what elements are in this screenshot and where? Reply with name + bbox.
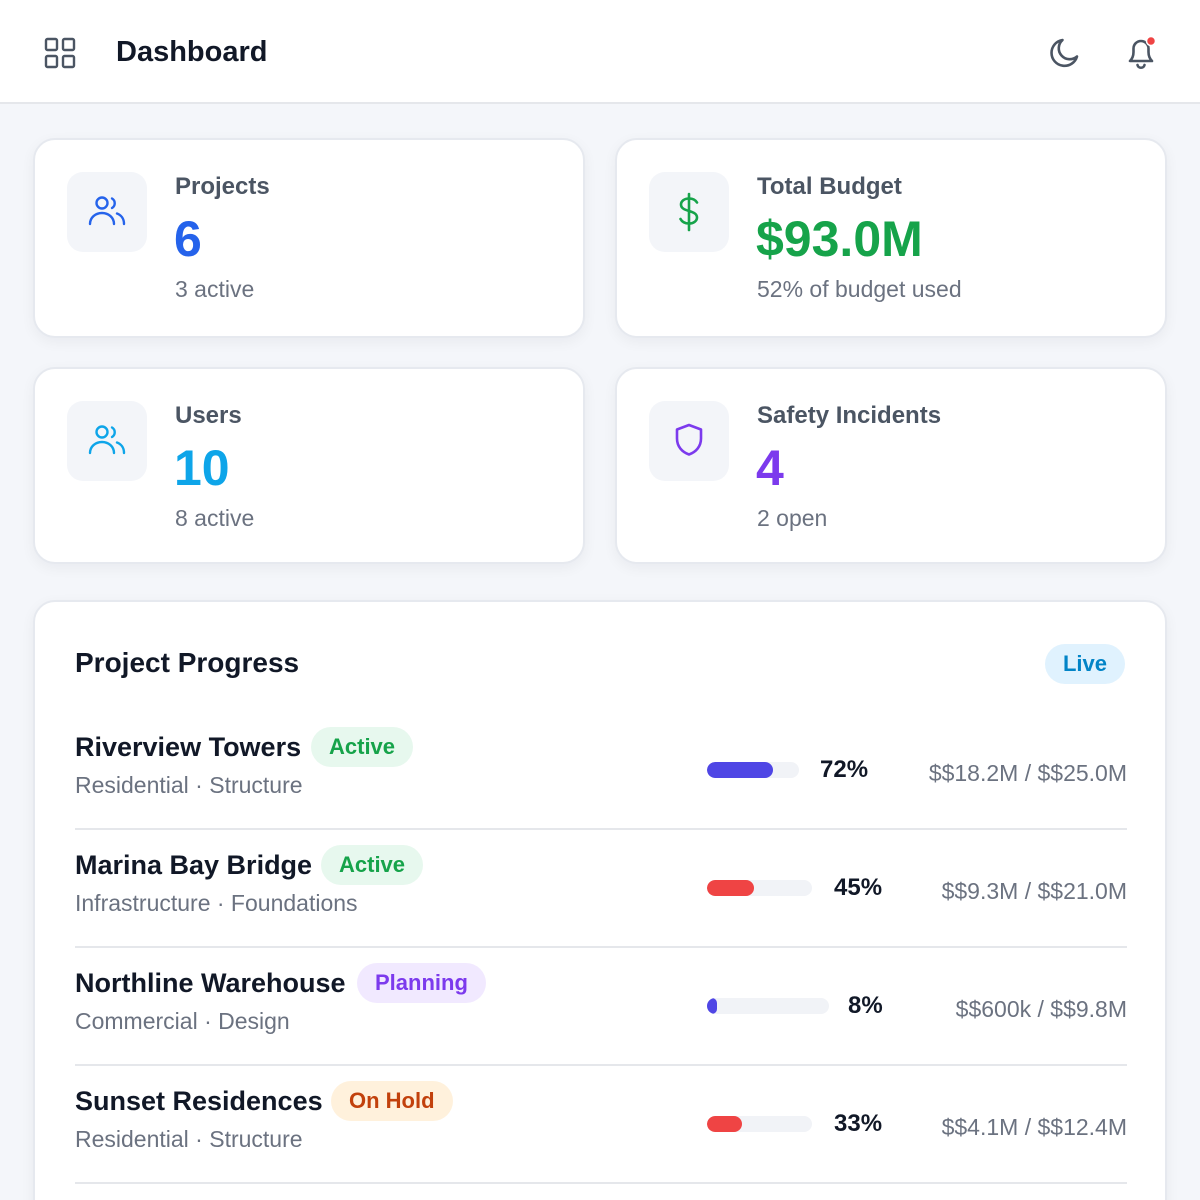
project-meta: Residential · Structure — [75, 772, 303, 798]
page-title: Dashboard — [116, 36, 268, 68]
project-row[interactable]: Riverview Towers Active Residential · St… — [75, 712, 1127, 830]
stat-icon-box — [67, 401, 147, 481]
stat-icon-box — [649, 172, 729, 252]
project-budget: $$4.1M / $$12.4M — [941, 1114, 1127, 1140]
stat-icon-box — [649, 401, 729, 481]
progress-track — [707, 1116, 812, 1132]
progress-track — [707, 880, 812, 896]
grid-icon[interactable] — [44, 37, 76, 69]
stat-label: Projects — [175, 173, 270, 200]
status-badge: On Hold — [331, 1081, 453, 1121]
project-budget: $$600k / $$9.8M — [955, 996, 1127, 1022]
project-name: Marina Bay Bridge — [75, 850, 313, 880]
status-badge: Active — [311, 727, 414, 767]
status-badge: Planning — [357, 963, 486, 1003]
progress-track — [707, 998, 829, 1014]
stat-subtext: 3 active — [175, 276, 255, 302]
progress-fill — [707, 880, 755, 896]
status-badge: Active — [321, 845, 424, 885]
stat-value: $93.0M — [756, 211, 923, 267]
stat-card-safety-incidents[interactable]: Safety Incidents 4 2 open — [615, 367, 1167, 564]
bell-icon[interactable] — [1120, 31, 1162, 73]
dollar-icon — [679, 192, 699, 232]
project-name: Northline Warehouse — [75, 968, 346, 998]
progress-fill — [707, 1116, 742, 1132]
live-badge: Live — [1044, 644, 1125, 684]
stat-value: 4 — [756, 440, 784, 496]
stat-value: 6 — [174, 211, 202, 267]
notification-dot — [1145, 35, 1157, 47]
stat-label: Users — [175, 402, 242, 429]
project-budget: $$18.2M / $$25.0M — [928, 760, 1127, 786]
project-name: Sunset Residences — [75, 1086, 323, 1116]
stat-card-users[interactable]: Users 10 8 active — [33, 367, 585, 564]
progress-track — [707, 762, 799, 778]
progress-percent: 33% — [834, 1110, 883, 1137]
project-meta: Infrastructure · Foundations — [75, 890, 358, 916]
progress-fill — [707, 998, 717, 1014]
stat-card-projects[interactable]: Projects 6 3 active — [33, 138, 585, 338]
progress-percent: 72% — [820, 756, 869, 783]
stat-subtext: 2 open — [757, 505, 828, 531]
project-row[interactable]: Northline Warehouse Planning Commercial … — [75, 948, 1127, 1066]
project-budget: $$9.3M / $$21.0M — [941, 878, 1127, 904]
stat-icon-box — [67, 172, 147, 252]
users-icon — [88, 425, 126, 455]
users-icon — [88, 196, 126, 226]
stat-subtext: 52% of budget used — [757, 276, 962, 302]
progress-percent: 45% — [834, 874, 883, 901]
shield-icon — [675, 423, 703, 456]
project-progress-card: Project Progress Live Riverview Towers A… — [33, 600, 1167, 1200]
progress-fill — [707, 762, 774, 778]
project-meta: Residential · Structure — [75, 1126, 303, 1152]
progress-percent: 8% — [848, 992, 883, 1019]
project-row[interactable]: Marina Bay Bridge Active Infrastructure … — [75, 830, 1127, 948]
stat-subtext: 8 active — [175, 505, 255, 531]
stat-label: Total Budget — [757, 173, 902, 200]
stat-value: 10 — [174, 440, 230, 496]
project-row[interactable]: Sunset Residences On Hold Residential · … — [75, 1066, 1127, 1184]
moon-icon[interactable] — [1044, 33, 1084, 73]
top-bar: Dashboard — [0, 0, 1200, 104]
project-name: Riverview Towers — [75, 732, 302, 762]
stat-label: Safety Incidents — [757, 402, 942, 429]
project-meta: Commercial · Design — [75, 1008, 290, 1034]
stat-card-total-budget[interactable]: Total Budget $93.0M 52% of budget used — [615, 138, 1167, 338]
section-title: Project Progress — [75, 647, 300, 678]
